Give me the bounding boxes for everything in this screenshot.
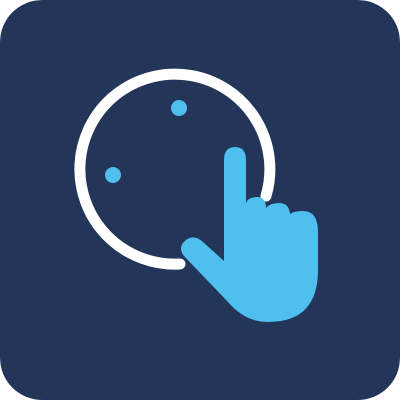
clock-marker-left (105, 167, 121, 183)
icon-background (0, 0, 400, 400)
clock-marker-top (171, 100, 187, 116)
app-icon-tile[interactable] (0, 0, 400, 400)
tap-timer-icon (0, 0, 400, 400)
